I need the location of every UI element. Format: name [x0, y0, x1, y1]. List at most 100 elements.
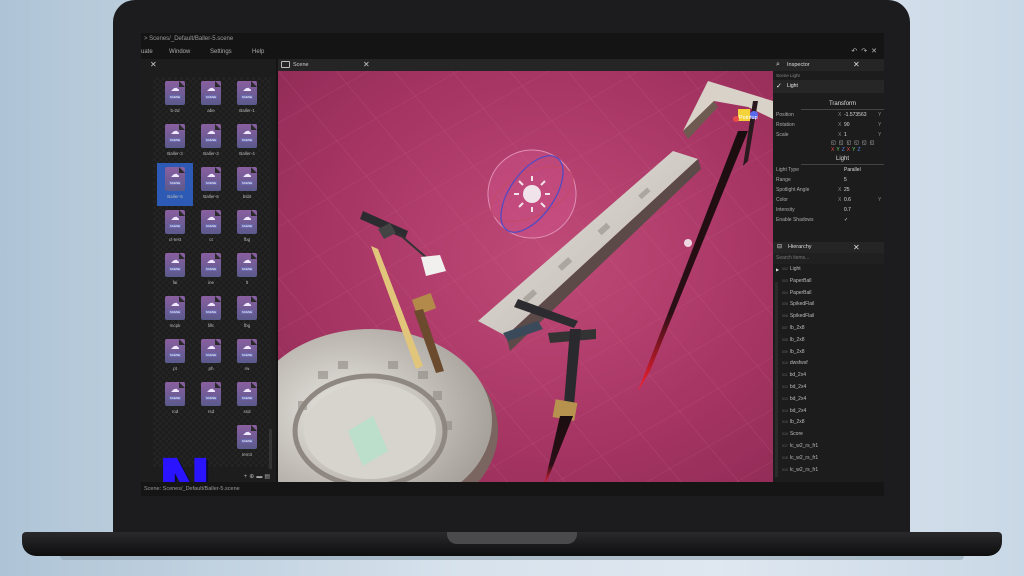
asset-item[interactable]: ☁ SCENE fbg [229, 292, 265, 335]
redo-icon[interactable]: ↷ [861, 48, 871, 55]
axis-y-label: Y [878, 112, 882, 118]
scene-file-icon: ☁ SCENE [237, 81, 257, 105]
scene-file-icon: ☁ SCENE [201, 339, 221, 363]
hierarchy-item[interactable]: 003 PaperBall [773, 276, 884, 288]
close-editor-icon[interactable]: ✕ [871, 48, 881, 55]
axis-toggle-button[interactable]: Z [857, 147, 860, 153]
hierarchy-item[interactable]: 009 lb_2x8 [773, 347, 884, 359]
transform-property-row: Scale X 1 Y [773, 130, 884, 140]
hierarchy-item[interactable]: 018 lc_w2_rs_fr1 [773, 453, 884, 465]
asset-item[interactable]: ☁ SCENE bsbt [229, 163, 265, 206]
asset-item[interactable]: ☁ SCENE tem3 [229, 421, 265, 464]
asset-item[interactable]: ☁ SCENE b-2d [157, 77, 193, 120]
asset-name: ph [208, 366, 214, 371]
item-id: 003 [782, 278, 788, 283]
asset-item[interactable]: ☁ SCENE fillc [193, 292, 229, 335]
hierarchy-scrollbar[interactable] [775, 282, 778, 477]
axis-toggle-button[interactable]: X [831, 147, 834, 153]
axis-toggle-button[interactable]: Y [836, 147, 839, 153]
hierarchy-item[interactable]: 005 SpikedFlail [773, 299, 884, 311]
close-icon[interactable]: ✕ [363, 59, 370, 71]
tab-scene[interactable]: Scene ✕ [278, 59, 773, 71]
asset-item[interactable]: ☁ SCENE pt [157, 335, 193, 378]
undo-icon[interactable]: ↶ [851, 48, 861, 55]
transform-header: Transform [801, 99, 884, 110]
item-id: 014 [782, 408, 788, 413]
property-value-field[interactable]: 0.7 [844, 205, 878, 215]
hierarchy-item[interactable]: 014 bd_2x4 [773, 406, 884, 418]
asset-item[interactable]: ☁ SCENE Baller-1 [229, 77, 265, 120]
asset-item[interactable]: ☁ SCENE fbg [229, 206, 265, 249]
asset-item[interactable]: ☁ SCENE mcpk [157, 292, 193, 335]
hierarchy-item[interactable]: 013 bd_2x4 [773, 394, 884, 406]
property-value-field[interactable]: 5 [844, 175, 878, 185]
tab-inspector[interactable]: ⌕ Inspector ✕ [773, 59, 884, 71]
asset-item[interactable]: ☁ SCENE rod [157, 378, 193, 421]
menu-item-create[interactable]: uate [141, 45, 169, 59]
asset-item[interactable]: ☁ SCENE rw [229, 335, 265, 378]
scene-glyph-icon: ☁ [170, 298, 180, 308]
hierarchy-item[interactable]: 006 SpikedFlail [773, 311, 884, 323]
import-icon[interactable]: ▤ [264, 474, 272, 480]
hierarchy-item[interactable]: 010 dwsfwsf [773, 358, 884, 370]
asset-item[interactable]: ☁ SCENE ph [193, 335, 229, 378]
property-value-field[interactable]: 0.6 [844, 195, 878, 205]
asset-name: fbg [243, 237, 251, 242]
hierarchy-item[interactable]: 017 lc_w2_rs_fr1 [773, 441, 884, 453]
expand-arrow-icon[interactable]: ▶ [776, 264, 779, 276]
hierarchy-item[interactable]: 004 PaperBall [773, 288, 884, 300]
hierarchy-item[interactable]: ▶ 002 Light [773, 264, 884, 276]
checkmark-icon[interactable]: ✓ [776, 80, 782, 93]
asset-item[interactable]: ☁ SCENE Baller-6 [193, 163, 229, 206]
asset-item[interactable]: ☁ SCENE lt [229, 249, 265, 292]
light-header: Light [801, 154, 884, 165]
menu-item-help[interactable]: Help [252, 45, 292, 59]
property-value-field[interactable]: -1.573563 [844, 110, 878, 120]
hierarchy-item[interactable]: 012 bd_2x4 [773, 382, 884, 394]
axis-toggle-button[interactable]: Y [852, 147, 855, 153]
item-label: bd_2x4 [789, 383, 807, 390]
file-tag: SCENE [240, 267, 254, 271]
hierarchy-item[interactable]: 016 Score [773, 429, 884, 441]
scene-glyph-icon: ☁ [242, 427, 252, 437]
asset-item[interactable]: ☁ SCENE fai [157, 249, 193, 292]
asset-item[interactable]: ☁ SCENE Baller-4 [229, 120, 265, 163]
scene-file-icon: ☁ SCENE [237, 167, 257, 191]
hierarchy-item[interactable]: 007 lb_2x8 [773, 323, 884, 335]
asset-item[interactable]: ☁ SCENE rsd [193, 378, 229, 421]
asset-item[interactable]: ☁ SCENE ine [193, 249, 229, 292]
asset-name: ssd [243, 409, 251, 414]
hierarchy-item[interactable]: 011 bd_2x4 [773, 370, 884, 382]
property-value-field[interactable]: Parallel [844, 165, 878, 175]
asset-item[interactable]: ☁ SCENE Baller-3 [157, 120, 193, 163]
menu-item-window[interactable]: Window [169, 45, 210, 59]
tab-hierarchy[interactable]: ⊟ Hierarchy ✕ [773, 242, 884, 253]
hierarchy-search-input[interactable]: Search items... [773, 253, 884, 264]
asset-item[interactable]: ☁ SCENE Baller-3 [193, 120, 229, 163]
light-property-row: Intensity 0.7 [773, 205, 884, 215]
axis-icons[interactable]: ◱◱◱◱◱◱ [831, 140, 884, 147]
property-value-field[interactable]: ✓ [844, 215, 878, 225]
asset-item[interactable]: ☁ SCENE Baller-5 [157, 163, 193, 206]
property-value-field[interactable]: 90 [844, 120, 878, 130]
hierarchy-item[interactable]: 015 lb_2x8 [773, 417, 884, 429]
item-label: PaperBall [789, 277, 812, 284]
axis-toggle-button[interactable]: X [847, 147, 850, 153]
hierarchy-item[interactable]: 008 lb_2x8 [773, 335, 884, 347]
scene-viewport[interactable] [278, 71, 773, 483]
property-value-field[interactable]: 1 [844, 130, 878, 140]
scene-render [278, 71, 773, 483]
axis-toggle-button[interactable]: Z [842, 147, 845, 153]
hierarchy-item[interactable]: 019 lc_w2_rs_fr1 [773, 465, 884, 477]
asset-item[interactable]: ☁ SCENE ssd [229, 378, 265, 421]
asset-item[interactable]: ☁ SCENE abe [193, 77, 229, 120]
close-icon[interactable]: ✕ [853, 242, 860, 253]
close-icon[interactable]: ✕ [150, 60, 157, 69]
file-tag: SCENE [240, 95, 254, 99]
close-icon[interactable]: ✕ [853, 59, 860, 71]
asset-item[interactable]: ☁ SCENE ct-test [157, 206, 193, 249]
menu-item-settings[interactable]: Settings [210, 45, 252, 59]
asset-scrollbar[interactable] [269, 429, 272, 469]
property-value-field[interactable]: 25 [844, 185, 878, 195]
asset-item[interactable]: ☁ SCENE ct [193, 206, 229, 249]
